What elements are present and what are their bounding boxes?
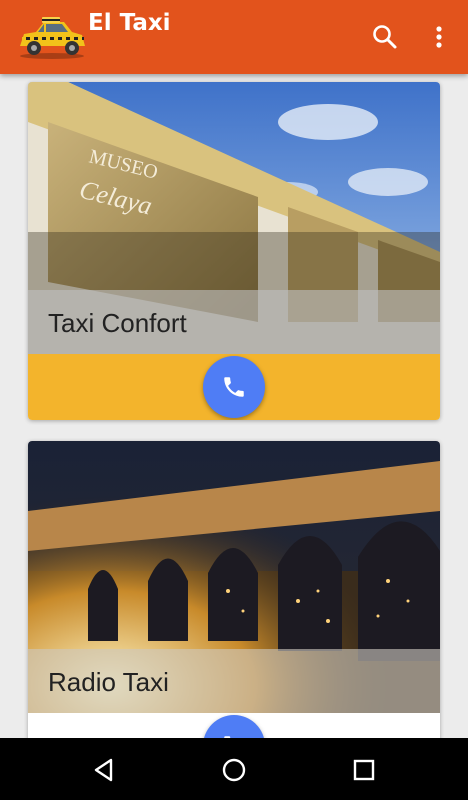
card-action-bar [28, 713, 440, 738]
app-title: El Taxi [88, 10, 171, 36]
search-icon[interactable] [370, 22, 400, 52]
card-label-bar: Radio Taxi [28, 649, 440, 713]
card-action-bar [28, 354, 440, 420]
taxi-logo [16, 12, 88, 62]
system-nav-bar [0, 738, 468, 800]
call-button[interactable] [203, 715, 265, 738]
card-radio-taxi[interactable]: Radio Taxi [28, 441, 440, 738]
call-button[interactable] [203, 356, 265, 418]
more-vert-icon[interactable] [424, 22, 454, 52]
home-icon[interactable] [219, 755, 249, 785]
recents-icon[interactable] [349, 755, 379, 785]
card-title: Radio Taxi [48, 667, 169, 697]
card-label-bar: Taxi Confort [28, 290, 440, 354]
card-taxi-confort[interactable]: MUSEO Celaya Taxi Confort [28, 82, 440, 420]
phone-icon [224, 377, 244, 397]
app-bar: El Taxi [0, 0, 468, 74]
back-icon[interactable] [89, 755, 119, 785]
card-list[interactable]: MUSEO Celaya Taxi Confort Radio Taxi [0, 74, 468, 738]
card-title: Taxi Confort [48, 308, 187, 338]
